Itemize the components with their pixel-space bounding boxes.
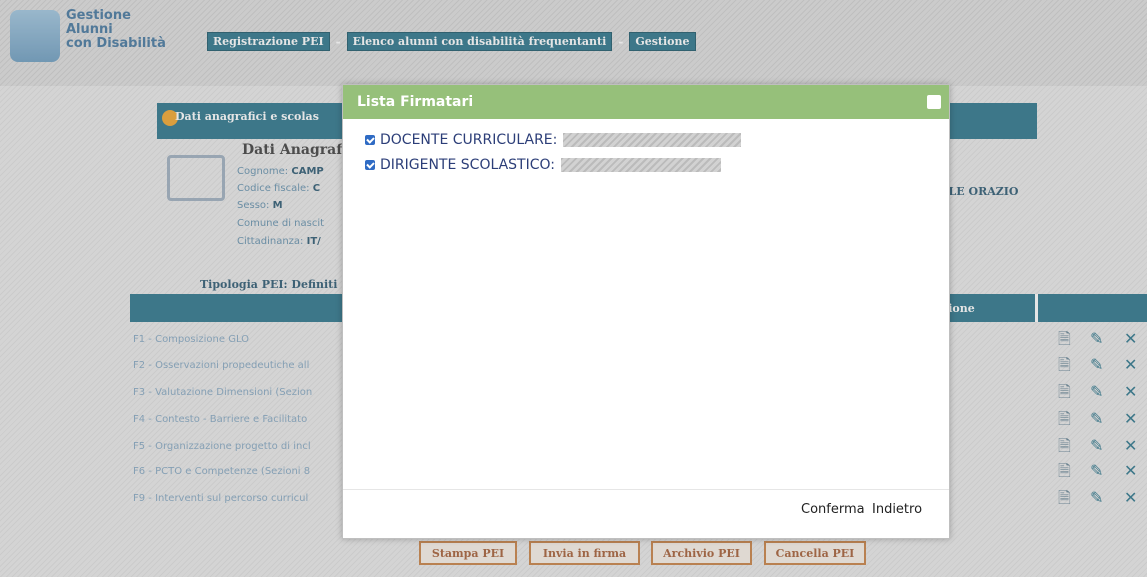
signatory-role-label: DIRIGENTE SCOLASTICO: — [380, 157, 555, 173]
signatory-role-label: DOCENTE CURRICULARE: — [380, 132, 558, 148]
signatory-docente-curriculare[interactable]: DOCENTE CURRICULARE: — [365, 132, 742, 148]
redacted-name — [563, 133, 742, 147]
checkbox-dirigente-scolastico[interactable] — [365, 160, 375, 170]
redacted-name — [561, 158, 721, 172]
dialog-header: Lista Firmatari — [343, 85, 949, 119]
close-icon[interactable] — [927, 95, 941, 109]
signatory-dirigente-scolastico[interactable]: DIRIGENTE SCOLASTICO: — [365, 157, 721, 173]
lista-firmatari-dialog: Lista Firmatari DOCENTE CURRICULARE: DIR… — [342, 84, 950, 539]
dialog-title: Lista Firmatari — [357, 94, 474, 110]
dialog-footer-divider — [343, 489, 949, 490]
conferma-button[interactable]: Conferma — [799, 499, 867, 521]
checkbox-docente-curriculare[interactable] — [365, 135, 375, 145]
indietro-button[interactable]: Indietro — [870, 499, 925, 521]
